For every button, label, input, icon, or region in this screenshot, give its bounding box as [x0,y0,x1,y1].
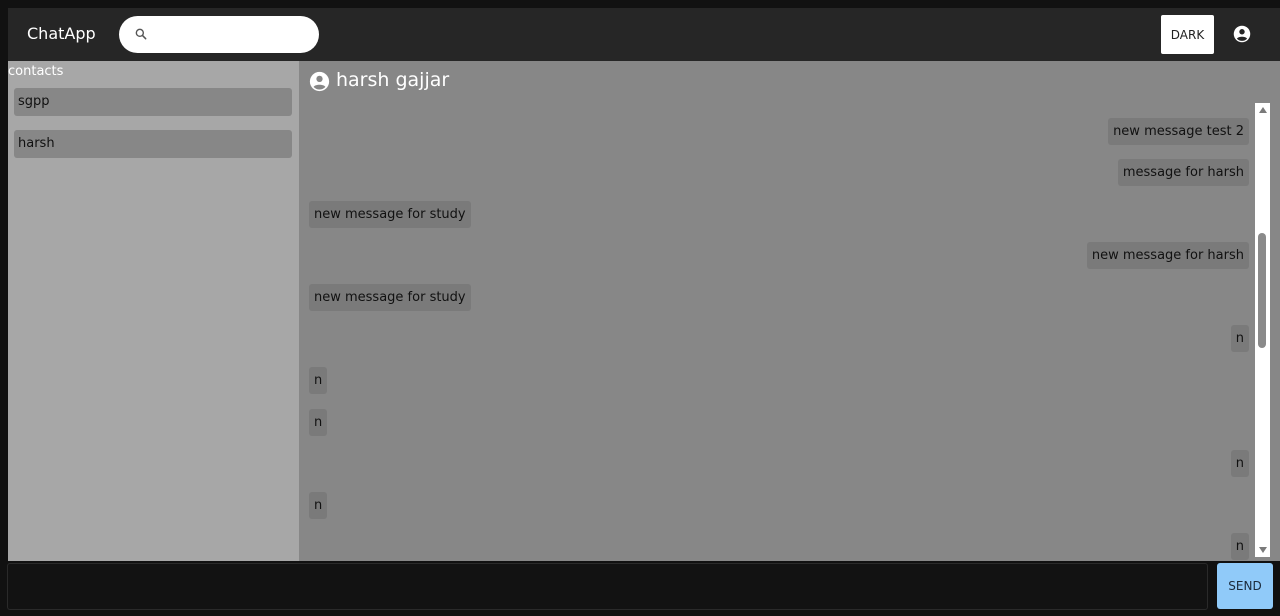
message-bubble-incoming: new message for study [309,284,471,311]
search-box[interactable] [119,16,319,53]
message-list[interactable]: new message test 2 message for harsh new… [299,101,1254,561]
chat-title: harsh gajjar [336,69,450,91]
contacts-sidebar: contacts sgpp harsh [8,61,299,561]
message-bubble-incoming: new message for study [309,201,471,228]
scroll-thumb[interactable] [1258,233,1266,348]
search-icon [135,28,147,40]
contact-item-harsh[interactable]: harsh [14,130,292,158]
account-circle-icon [309,71,330,92]
contact-item-sgpp[interactable]: sgpp [14,88,292,116]
message-bubble-incoming: n [309,367,328,394]
message-bubble-outgoing: new message for harsh [1086,242,1249,269]
contact-name: sgpp [18,94,50,109]
send-button[interactable]: SEND [1217,563,1273,609]
message-input[interactable] [8,564,1207,609]
app-bar: ChatApp DARK [8,8,1280,61]
message-bubble-incoming: n [309,409,328,436]
account-circle-icon[interactable] [1233,25,1251,43]
app-title: ChatApp [27,24,96,43]
message-bubble-outgoing: n [1230,325,1249,352]
message-scrollbar[interactable] [1255,103,1270,557]
scroll-down-icon[interactable] [1259,547,1267,553]
message-bubble-outgoing: new message test 2 [1108,118,1249,145]
search-input[interactable] [157,22,307,47]
message-bubble-outgoing: n [1230,533,1249,560]
message-bubble-outgoing: n [1230,450,1249,477]
chat-panel: harsh gajjar new message test 2 message … [299,61,1280,561]
message-bubble-incoming: n [309,492,328,519]
message-bubble-outgoing: message for harsh [1117,159,1249,186]
contact-name: harsh [18,136,55,151]
dark-mode-button[interactable]: DARK [1161,15,1214,54]
scroll-up-icon[interactable] [1259,107,1267,113]
contacts-heading: contacts [8,64,64,79]
message-composer[interactable] [7,563,1208,610]
